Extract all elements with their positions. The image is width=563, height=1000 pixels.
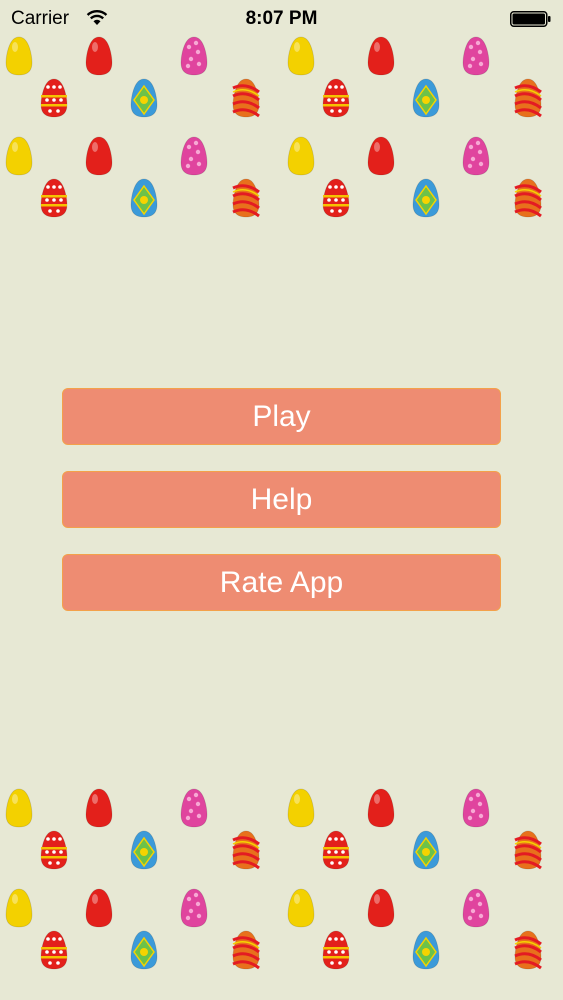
pink-star-egg-icon — [180, 788, 208, 828]
clock-time: 8:07 PM — [245, 8, 318, 29]
red-egg-icon — [367, 136, 395, 176]
red-floral-egg-icon — [40, 830, 68, 870]
blue-diamond-egg-icon — [412, 178, 440, 218]
main-menu: Play Help Rate App — [62, 388, 501, 637]
orange-swirl-egg-icon — [232, 830, 260, 870]
pink-star-egg-icon — [462, 136, 490, 176]
orange-swirl-egg-icon — [514, 830, 542, 870]
rate-app-button[interactable]: Rate App — [62, 554, 501, 611]
egg-pattern-bottom — [5, 788, 542, 970]
red-egg-icon — [85, 36, 113, 76]
pink-star-egg-icon — [462, 36, 490, 76]
pink-star-egg-icon — [180, 36, 208, 76]
pink-star-egg-icon — [462, 888, 490, 928]
orange-swirl-egg-icon — [232, 78, 260, 118]
red-egg-icon — [85, 888, 113, 928]
red-floral-egg-icon — [322, 930, 350, 970]
blue-diamond-egg-icon — [130, 830, 158, 870]
red-floral-egg-icon — [322, 830, 350, 870]
red-egg-icon — [85, 136, 113, 176]
pink-star-egg-icon — [462, 788, 490, 828]
orange-swirl-egg-icon — [514, 178, 542, 218]
blue-diamond-egg-icon — [130, 78, 158, 118]
orange-swirl-egg-icon — [232, 930, 260, 970]
yellow-egg-icon — [287, 888, 315, 928]
yellow-egg-icon — [287, 36, 315, 76]
blue-diamond-egg-icon — [412, 78, 440, 118]
red-floral-egg-icon — [40, 930, 68, 970]
pink-star-egg-icon — [180, 888, 208, 928]
yellow-egg-icon — [5, 36, 33, 76]
yellow-egg-icon — [287, 136, 315, 176]
battery-full-icon — [510, 11, 551, 27]
help-button[interactable]: Help — [62, 471, 501, 528]
red-floral-egg-icon — [322, 178, 350, 218]
red-floral-egg-icon — [322, 78, 350, 118]
blue-diamond-egg-icon — [412, 930, 440, 970]
red-floral-egg-icon — [40, 78, 68, 118]
red-egg-icon — [85, 788, 113, 828]
yellow-egg-icon — [5, 136, 33, 176]
red-floral-egg-icon — [40, 178, 68, 218]
blue-diamond-egg-icon — [130, 178, 158, 218]
blue-diamond-egg-icon — [412, 830, 440, 870]
red-egg-icon — [367, 36, 395, 76]
red-egg-icon — [367, 888, 395, 928]
blue-diamond-egg-icon — [130, 930, 158, 970]
orange-swirl-egg-icon — [232, 178, 260, 218]
play-button[interactable]: Play — [62, 388, 501, 445]
yellow-egg-icon — [287, 788, 315, 828]
orange-swirl-egg-icon — [514, 78, 542, 118]
orange-swirl-egg-icon — [514, 930, 542, 970]
egg-pattern-top — [5, 36, 542, 218]
yellow-egg-icon — [5, 888, 33, 928]
status-bar: Carrier 8:07 PM — [0, 0, 563, 38]
yellow-egg-icon — [5, 788, 33, 828]
red-egg-icon — [367, 788, 395, 828]
pink-star-egg-icon — [180, 136, 208, 176]
